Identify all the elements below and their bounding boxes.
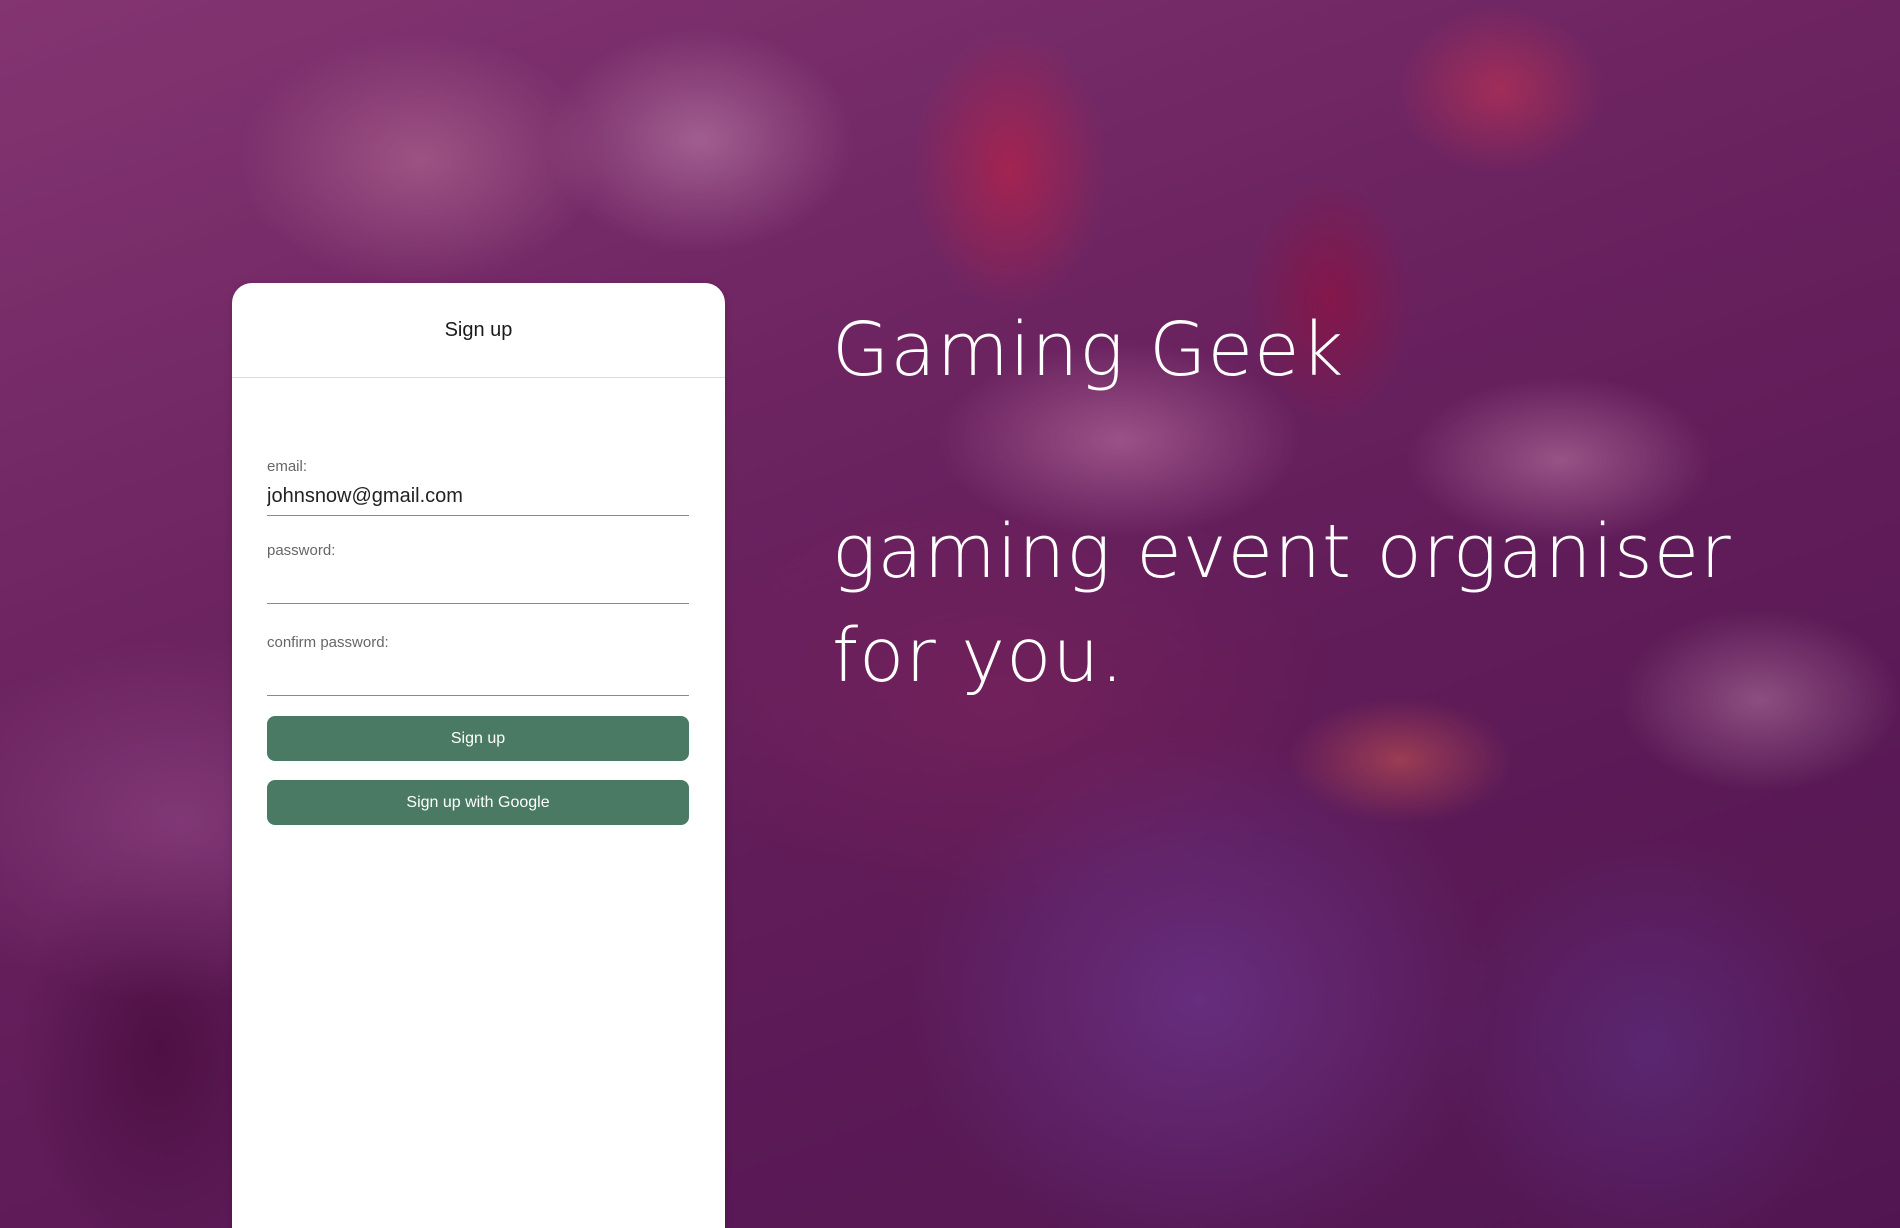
email-field-group: email: [267,458,689,516]
password-label: password: [267,542,336,559]
password-field-group: password: [267,542,689,604]
confirm-password-label: confirm password: [267,634,389,651]
hero-section: Gaming Geek gaming event organiser for y… [832,307,1732,709]
confirm-password-field[interactable] [267,659,689,695]
password-field[interactable] [267,567,689,603]
signup-card-header: Sign up [232,283,725,378]
signup-form: email: password: confirm password: Sign … [232,458,725,825]
tagline-line-1: gaming event organiser [832,509,1732,596]
app-title: Gaming Geek [832,307,1345,393]
email-label: email: [267,458,308,475]
signup-card-title: Sign up [444,318,513,341]
signup-card: Sign up email: password: confirm passwor… [232,283,725,1228]
email-field[interactable] [267,481,689,511]
tagline-line-2: for you. [832,612,1125,699]
signup-with-google-button[interactable]: Sign up with Google [267,780,689,825]
confirm-password-field-group: confirm password: [267,634,689,696]
tagline: gaming event organiser for you. [832,501,1732,708]
signup-button[interactable]: Sign up [267,716,689,761]
